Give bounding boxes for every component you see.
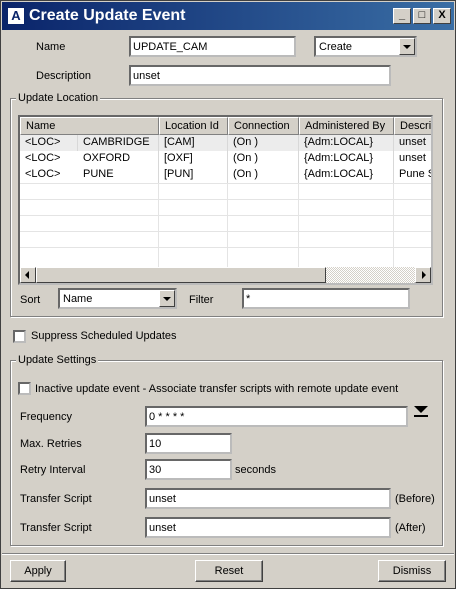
apply-button[interactable]: Apply [10, 560, 66, 582]
frequency-input[interactable]: 0 * * * * [145, 406, 408, 427]
column-header-location-id[interactable]: Location Id [159, 117, 228, 135]
inactive-label: Inactive update event - Associate transf… [35, 383, 399, 395]
cell-name: PUNE [78, 167, 159, 183]
description-label: Description [36, 70, 92, 82]
scroll-thumb[interactable] [36, 267, 326, 283]
table-row[interactable]: <LOC> CAMBRIDGE [CAM] (On ) {Adm:LOCAL} … [20, 135, 431, 151]
suppress-checkbox[interactable] [13, 330, 26, 343]
cell-loc: <LOC> [20, 135, 78, 151]
transfer-script-before-label: Transfer Script [20, 493, 92, 505]
after-suffix-label: (After) [395, 522, 426, 534]
mode-select[interactable]: Create [314, 36, 417, 57]
maximize-button[interactable]: □ [413, 8, 431, 24]
frequency-label: Frequency [20, 411, 72, 423]
chevron-down-icon[interactable] [399, 38, 415, 55]
column-header-description[interactable]: Descrip [394, 117, 431, 135]
cell-connection: (On ) [228, 167, 299, 183]
create-update-event-window: A Create Update Event _ □ X Name UPDATE_… [0, 0, 456, 589]
column-header-name[interactable]: Name [20, 117, 159, 135]
max-retries-label: Max. Retries [20, 438, 82, 450]
cell-loc: <LOC> [25, 152, 61, 164]
title-bar[interactable]: A Create Update Event _ □ X [2, 2, 454, 30]
mode-select-value: Create [319, 41, 353, 53]
frequency-menu-icon[interactable] [414, 406, 428, 418]
table-header: Name Location Id Connection Administered… [20, 117, 431, 135]
horizontal-scrollbar[interactable] [20, 267, 431, 283]
update-location-title: Update Location [16, 91, 101, 105]
filter-input[interactable]: * [242, 288, 410, 309]
cell-administered-by: {Adm:LOCAL} [299, 151, 394, 167]
inactive-checkbox[interactable] [18, 382, 31, 395]
update-settings-title: Update Settings [16, 353, 99, 367]
filter-label: Filter [189, 294, 214, 306]
before-suffix-label: (Before) [395, 493, 435, 505]
name-label: Name [36, 41, 66, 53]
divider [2, 553, 454, 555]
dismiss-button[interactable]: Dismiss [378, 560, 446, 582]
location-table[interactable]: Name Location Id Connection Administered… [18, 115, 433, 285]
transfer-script-after-label: Transfer Script [20, 522, 92, 534]
cell-name: CAMBRIDGE [78, 135, 159, 151]
cell-location-id: [OXF] [159, 151, 228, 167]
cell-connection: (On ) [228, 135, 299, 151]
cell-location-id: [PUN] [159, 167, 228, 183]
table-row[interactable]: <LOC> OXFORD [OXF] (On ) {Adm:LOCAL} uns… [20, 151, 431, 167]
cell-connection: (On ) [228, 151, 299, 167]
sort-select[interactable]: Name [58, 288, 177, 309]
suppress-label: Suppress Scheduled Updates [31, 330, 177, 342]
grid-line [158, 183, 159, 270]
scroll-right-icon[interactable] [415, 267, 431, 283]
cell-administered-by: {Adm:LOCAL} [299, 167, 394, 183]
transfer-script-after-input[interactable]: unset [145, 517, 391, 538]
table-row[interactable]: <LOC> PUNE [PUN] (On ) {Adm:LOCAL} Pune … [20, 167, 431, 183]
transfer-script-before-input[interactable]: unset [145, 488, 391, 509]
sort-label: Sort [20, 294, 41, 306]
grid-line [298, 183, 299, 270]
description-input[interactable]: unset [129, 65, 391, 86]
app-logo-icon: A [7, 7, 25, 25]
reset-button[interactable]: Reset [195, 560, 263, 582]
retry-interval-input[interactable]: 30 [145, 459, 232, 480]
name-input[interactable]: UPDATE_CAM [129, 36, 296, 57]
retry-interval-label: Retry Interval [20, 464, 86, 476]
sort-select-value: Name [63, 293, 93, 305]
seconds-unit-label: seconds [235, 464, 276, 476]
cell-description: unset [394, 135, 431, 151]
cell-name: OXFORD [78, 151, 159, 167]
minimize-button[interactable]: _ [393, 8, 411, 24]
scroll-left-icon[interactable] [20, 267, 36, 283]
grid-line [393, 183, 394, 270]
cell-description: Pune S [394, 167, 431, 183]
cell-loc: <LOC> [25, 168, 61, 180]
max-retries-input[interactable]: 10 [145, 433, 232, 454]
close-button[interactable]: X [433, 8, 451, 24]
chevron-down-icon[interactable] [159, 290, 175, 307]
cell-description: unset [394, 151, 431, 167]
column-header-connection[interactable]: Connection [228, 117, 299, 135]
column-header-administered-by[interactable]: Administered By [299, 117, 394, 135]
cell-administered-by: {Adm:LOCAL} [299, 135, 394, 151]
cell-location-id: [CAM] [159, 135, 228, 151]
grid-line [227, 183, 228, 270]
window-title: Create Update Event [29, 7, 186, 24]
